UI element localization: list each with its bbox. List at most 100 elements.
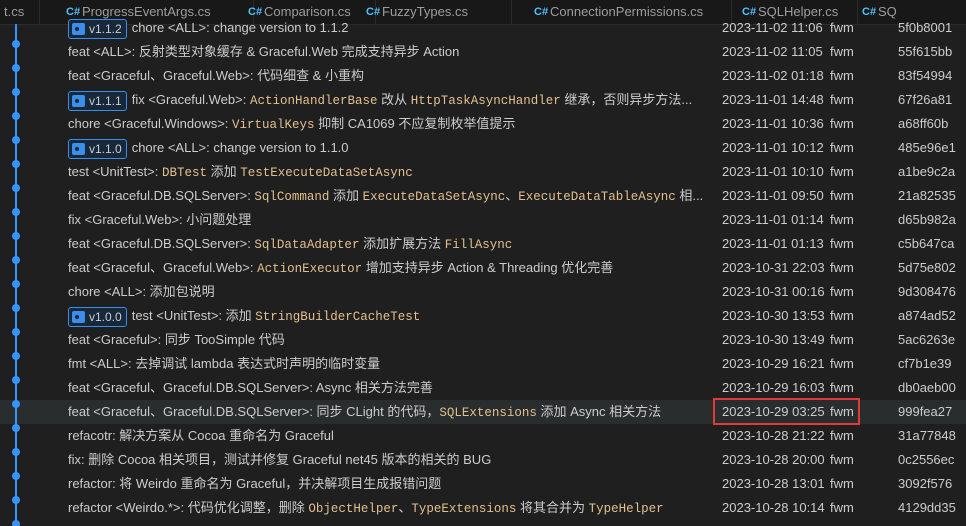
commit-row[interactable]: fix <Graceful.Web>: 小问题处理 2023-11-01 01:1… [0, 208, 966, 232]
commit-hash: cf7b1e39 [898, 356, 952, 371]
commit-message: refactor: 将 Weirdo 重命名为 Graceful，并决解项目生成… [68, 472, 708, 496]
message-text: 抑制 CA1069 不应复制枚举值提示 [314, 116, 516, 131]
commit-hash: 21a82535 [898, 188, 956, 203]
commit-node [12, 448, 20, 456]
commit-row[interactable]: feat <Graceful.DB.SQLServer>: SqlDataAda… [0, 232, 966, 256]
commit-hash: 83f54994 [898, 68, 953, 83]
commit-hash: 0c2556ec [898, 452, 955, 467]
commit-row[interactable]: v1.1.0 chore <ALL>: change version to 1.1… [0, 136, 966, 160]
commit-row[interactable]: feat <Graceful、Graceful.DB.SQLServer>: A… [0, 376, 966, 400]
commit-row[interactable]: refacotr: 解决方案从 Cocoa 重命名为 Graceful 2023-… [0, 424, 966, 448]
commit-node [12, 472, 20, 480]
version-tag-badge[interactable]: v1.0.0 [68, 306, 127, 327]
commit-author: fwm [830, 284, 854, 299]
commit-hash: 4129dd35 [898, 500, 956, 515]
commit-date: 2023-11-02 11:06 [722, 20, 823, 35]
tag-label: v1.1.0 [89, 141, 122, 156]
commit-date: 2023-10-28 13:01 [722, 476, 825, 491]
commit-hash: 5d75e802 [898, 260, 956, 275]
message-text: feat <Graceful、Graceful.DB.SQLServer>: A… [68, 380, 433, 395]
code-identifier: ActionExecutor [257, 262, 363, 276]
message-text: fix <Graceful.Web>: 小问题处理 [68, 212, 252, 227]
commit-date: 2023-10-28 21:22 [722, 428, 825, 443]
commit-node [12, 160, 20, 168]
message-text: 、 [398, 500, 412, 515]
commit-row[interactable]: test <UnitTest>: DBTest 添加 TestExecuteDa… [0, 160, 966, 184]
commit-author: fwm [830, 188, 854, 203]
code-identifier: FillAsync [444, 238, 513, 252]
commit-author: fwm [830, 332, 854, 347]
message-text: feat <Graceful.DB.SQLServer>: [68, 236, 255, 251]
commit-date: 2023-11-01 10:36 [722, 116, 824, 131]
message-text: chore <ALL>: 添加包说明 [68, 284, 215, 299]
commit-date: 2023-10-31 00:16 [722, 284, 825, 299]
commit-message: feat <Graceful、Graceful.Web>: 代码细查 & 小重构 [68, 64, 708, 88]
tag-label: v1.0.0 [89, 309, 122, 324]
code-identifier: ActionHandlerBase [249, 94, 378, 108]
message-text: test <UnitTest>: 添加 [131, 308, 256, 323]
commit-row[interactable]: feat <ALL>: 反射类型对象缓存 & Graceful.Web 完成支持… [0, 40, 966, 64]
commit-message: feat <ALL>: 反射类型对象缓存 & Graceful.Web 完成支持… [68, 40, 708, 64]
commit-hash: 67f26a81 [898, 92, 953, 107]
commit-row[interactable]: fmt <ALL>: 去掉调试 lambda 表达式时声明的临时变量 2023-1… [0, 352, 966, 376]
version-tag-badge[interactable]: v1.1.1 [68, 90, 127, 111]
message-text: 添加扩展方法 [359, 236, 445, 251]
commit-author: fwm [830, 260, 854, 275]
message-text: 、 [505, 188, 519, 203]
commit-date: 2023-11-02 11:05 [722, 44, 823, 59]
message-text: fix <Graceful.Web>: [131, 92, 250, 107]
code-identifier: ExecuteDataSetAsync [362, 190, 506, 204]
commit-row[interactable]: v1.1.1 fix <Graceful.Web>: ActionHandlerB… [0, 88, 966, 112]
commit-date: 2023-10-30 13:53 [722, 308, 825, 323]
commit-row[interactable]: refactor <Weirdo.*>: 代码优化调整，删除 ObjectHel… [0, 496, 966, 520]
code-identifier: ExecuteDataTableAsync [518, 190, 676, 204]
commit-node [12, 136, 20, 144]
message-text: feat <Graceful>: 同步 TooSimple 代码 [68, 332, 285, 347]
commit-author: fwm [830, 68, 854, 83]
commit-date: 2023-10-28 10:14 [722, 500, 825, 515]
code-identifier: DBTest [161, 166, 207, 180]
commit-node [12, 328, 20, 336]
version-tag-badge[interactable]: v1.1.0 [68, 138, 127, 159]
code-identifier: SqlCommand [254, 190, 330, 204]
commit-message: v1.1.0 chore <ALL>: change version to 1.1… [68, 136, 708, 160]
commit-row[interactable]: chore <ALL>: 添加包说明 2023-10-31 00:16 fwm 9d3… [0, 280, 966, 304]
commit-author: fwm [830, 356, 854, 371]
commit-node [12, 256, 20, 264]
commit-author: fwm [830, 140, 854, 155]
commit-row[interactable]: fix: 删除 Cocoa 相关项目，测试并修复 Graceful net45 … [0, 448, 966, 472]
commit-node [12, 352, 20, 360]
commit-hash: 3092f576 [898, 476, 953, 491]
code-identifier: TypeHelper [588, 502, 664, 516]
commit-message: v1.0.0 test <UnitTest>: 添加 StringBuilderC… [68, 304, 708, 329]
commit-row[interactable]: feat <Graceful、Graceful.DB.SQLServer>: 同… [0, 400, 966, 424]
message-text: 增加支持异步 Action & Threading 优化完善 [362, 260, 614, 275]
commit-node [12, 304, 20, 312]
commit-message: fix <Graceful.Web>: 小问题处理 [68, 208, 708, 232]
commit-row[interactable]: v1.1.2 chore <ALL>: change version to 1.1… [0, 16, 966, 40]
message-text: feat <ALL>: 反射类型对象缓存 & Graceful.Web 完成支持… [68, 44, 460, 59]
commit-row[interactable]: feat <Graceful>: 同步 TooSimple 代码 2023-10-… [0, 328, 966, 352]
commit-author: fwm [830, 404, 854, 419]
commit-row[interactable]: feat <Graceful、Graceful.Web>: ActionExec… [0, 256, 966, 280]
commit-message: feat <Graceful、Graceful.DB.SQLServer>: 同… [68, 400, 708, 425]
commit-node [12, 496, 20, 504]
code-identifier: TypeExtensions [411, 502, 517, 516]
commit-hash: db0aeb00 [898, 380, 956, 395]
commit-row[interactable]: feat <Graceful.DB.SQLServer>: SqlCommand… [0, 184, 966, 208]
commit-message: fix: 删除 Cocoa 相关项目，测试并修复 Graceful net45 … [68, 448, 708, 472]
commit-row[interactable]: chore <Graceful.Windows>: VirtualKeys 抑制… [0, 112, 966, 136]
message-text: feat <Graceful、Graceful.Web>: [68, 260, 258, 275]
version-tag-badge[interactable]: v1.1.2 [68, 18, 127, 39]
commit-node [12, 208, 20, 216]
message-text: fmt <ALL>: 去掉调试 lambda 表达式时声明的临时变量 [68, 356, 381, 371]
message-text: refacotr: 解决方案从 Cocoa 重命名为 Graceful [68, 428, 334, 443]
message-text: fix: 删除 Cocoa 相关项目，测试并修复 Graceful net45 … [68, 452, 492, 467]
commit-row[interactable]: feat <Graceful、Graceful.Web>: 代码细查 & 小重构… [0, 64, 966, 88]
message-text: 添加 Async 相关方法 [536, 404, 662, 419]
commit-row[interactable]: v1.0.0 test <UnitTest>: 添加 StringBuilderC… [0, 304, 966, 328]
commit-message: refacotr: 解决方案从 Cocoa 重命名为 Graceful [68, 424, 708, 448]
commit-hash: 5ac6263e [898, 332, 956, 347]
commit-row[interactable]: refactor: 将 Weirdo 重命名为 Graceful，并决解项目生成… [0, 472, 966, 496]
commit-author: fwm [830, 164, 854, 179]
